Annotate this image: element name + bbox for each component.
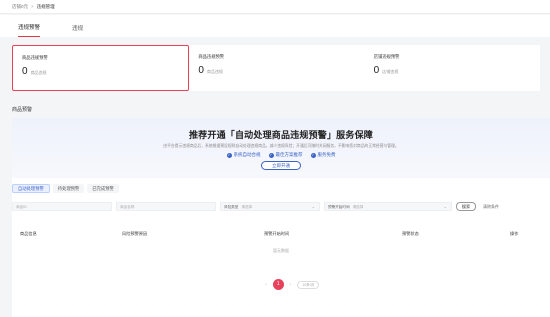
section-title: 商品预警 — [12, 107, 33, 113]
risk-type-label: 风险类型 — [224, 205, 239, 209]
activate-button[interactable]: 立即开通 — [261, 161, 301, 170]
tab-violation[interactable]: 违规 — [72, 24, 83, 37]
banner-headline: 推荐开通「自动处理商品违规预警」服务保障 — [188, 130, 373, 140]
col-status: 预警状态 — [402, 230, 419, 236]
product-name-placeholder: 商品名称 — [120, 205, 135, 209]
card-value: 0 — [373, 65, 380, 76]
subtab-bar: 自动处理预警 待处理预警 已完成预警 — [12, 184, 119, 193]
subtab-pending[interactable]: 待处理预警 — [52, 184, 85, 193]
col-reason: 风险预警原因 — [122, 230, 148, 236]
card-product-warning-2[interactable]: 商品违规预警 0 商品违规 — [189, 45, 364, 91]
feature-item: ✓ 服务免费 — [310, 152, 336, 158]
start-time-label: 预警开始时间 — [328, 205, 350, 209]
filter-bar: 商品ID 商品名称 风险类型 请选择 ⌄ 预警开始时间 请选择 ⌄ 搜索 清除条件 — [12, 202, 550, 211]
start-time-placeholder: 请选择 — [352, 205, 364, 209]
card-sub: 店铺违规 — [382, 69, 399, 74]
product-id-input[interactable]: 商品ID — [12, 202, 112, 211]
card-title: 商品违规预警 — [22, 55, 48, 60]
clear-filters-link[interactable]: 清除条件 — [483, 204, 499, 210]
start-time-select[interactable]: 预警开始时间 请选择 ⌄ — [324, 202, 452, 211]
card-sub: 商品违规 — [206, 69, 223, 74]
summary-cards: 商品违规预警 0 商品违规 商品违规预警 0 商品违规 店铺违规预警 0 店铺违规 — [12, 45, 540, 91]
prev-page-icon[interactable]: ‹ — [265, 282, 267, 288]
card-value: 0 — [22, 66, 28, 77]
feature-label: 系统自动合规 — [233, 152, 261, 157]
risk-type-select[interactable]: 风险类型 请选择 ⌄ — [220, 202, 320, 211]
empty-state: 暂无数据 — [273, 248, 289, 253]
card-sub: 商品违规 — [30, 70, 47, 75]
card-title: 店铺违规预警 — [373, 54, 400, 59]
page-number[interactable]: 1 — [272, 279, 284, 290]
breadcrumb-separator: > — [31, 4, 34, 9]
risk-type-placeholder: 请选择 — [241, 205, 253, 209]
promo-banner: 推荐开通「自动处理商品违规预警」服务保障 由平台提示违规商品后，系统根据预设规则… — [12, 118, 550, 178]
tab-violation-warning[interactable]: 违规预警 — [18, 23, 41, 37]
banner-description: 由平台提示违规商品后，系统根据预设规则自动处理违规商品，减少违规风险；开通后可随… — [163, 144, 399, 148]
card-product-warning[interactable]: 商品违规预警 0 商品违规 — [12, 45, 190, 91]
pagination: ‹ 1 › 10条/页 — [265, 279, 320, 290]
feature-label: 最佳方案推荐 — [275, 152, 303, 157]
banner-features: ✓ 系统自动合规 ✓ 最佳方案推荐 ✓ 服务免费 — [12, 152, 550, 158]
card-store-warning[interactable]: 店铺违规预警 0 店铺违规 — [365, 45, 540, 91]
search-button[interactable]: 搜索 — [456, 202, 476, 211]
check-icon: ✓ — [268, 152, 274, 158]
tab-bar: 违规预警 违规 — [0, 15, 550, 37]
check-icon: ✓ — [226, 152, 232, 158]
subtab-auto[interactable]: 自动处理预警 — [12, 184, 50, 193]
card-value: 0 — [198, 65, 204, 76]
table-header: 商品信息 风险预警原因 预警开始时间 预警状态 操作 — [12, 229, 550, 238]
chevron-down-icon: ⌄ — [443, 204, 447, 209]
next-page-icon[interactable]: › — [290, 282, 292, 288]
subtab-done[interactable]: 已完成预警 — [87, 184, 119, 193]
chevron-down-icon: ⌄ — [311, 204, 315, 209]
feature-label: 服务免费 — [317, 152, 336, 157]
breadcrumb: 店铺0元 > 违规管理 — [0, 0, 550, 14]
col-start-time: 预警开始时间 — [264, 230, 290, 236]
main-panel: 推荐开通「自动处理商品违规预警」服务保障 由平台提示违规商品后，系统根据预设规则… — [12, 118, 550, 317]
breadcrumb-current: 违规管理 — [36, 3, 55, 9]
col-actions: 操作 — [510, 230, 519, 236]
product-id-placeholder: 商品ID — [16, 205, 27, 209]
page-size-select[interactable]: 10条/页 — [297, 280, 320, 289]
col-product-info: 商品信息 — [20, 230, 37, 236]
product-name-input[interactable]: 商品名称 — [116, 202, 216, 211]
feature-item: ✓ 最佳方案推荐 — [268, 152, 303, 158]
breadcrumb-parent[interactable]: 店铺0元 — [12, 4, 28, 10]
card-title: 商品违规预警 — [198, 54, 225, 59]
feature-item: ✓ 系统自动合规 — [226, 152, 261, 158]
check-icon: ✓ — [310, 152, 316, 158]
